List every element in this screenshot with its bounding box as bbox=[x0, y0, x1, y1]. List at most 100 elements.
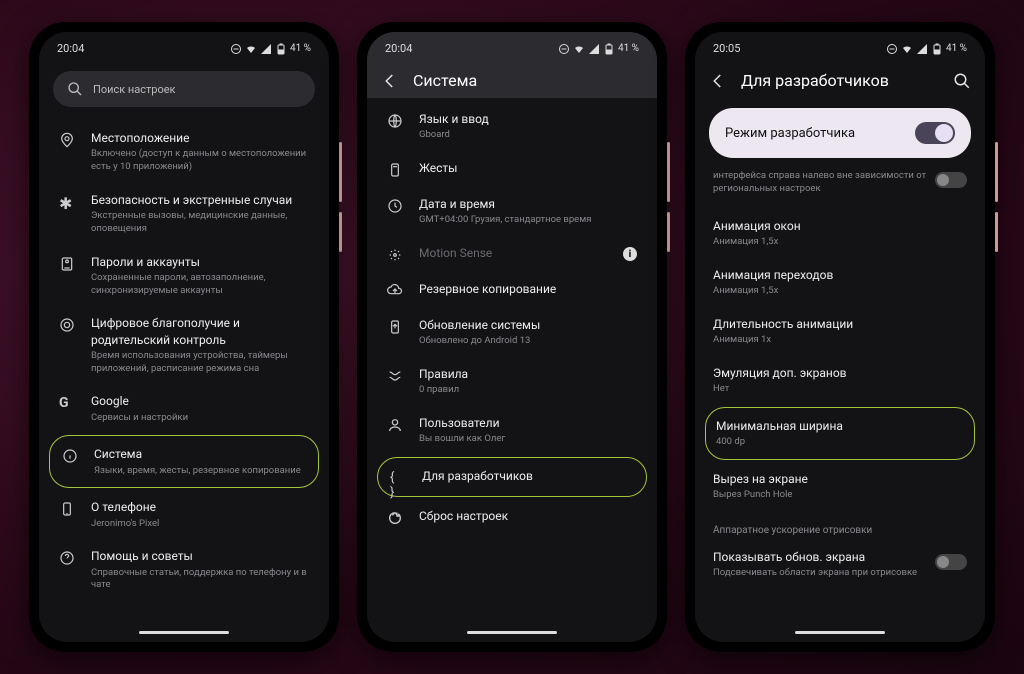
list-item[interactable]: Дата и время GMT+04:00 Грузия, стандартно… bbox=[367, 187, 657, 236]
search-settings[interactable]: Поиск настроек bbox=[53, 71, 315, 107]
list-item[interactable]: Эмуляция доп. экрановНет bbox=[695, 356, 985, 405]
item-sub: Время использования устройства, таймеры … bbox=[91, 350, 315, 376]
item-sub: Сервисы и настройки bbox=[91, 412, 315, 425]
list-item[interactable]: Резервное копирование bbox=[367, 272, 657, 308]
search-placeholder: Поиск настроек bbox=[93, 83, 176, 96]
show-updates-toggle[interactable] bbox=[935, 554, 967, 570]
item-label: О телефоне bbox=[91, 499, 315, 515]
rtl-toggle[interactable] bbox=[935, 172, 967, 188]
list-item[interactable]: Жесты bbox=[367, 151, 657, 187]
item-label: Минимальная ширина bbox=[716, 418, 964, 434]
list-item[interactable]: Анимация переходовАнимация 1,5x bbox=[695, 258, 985, 307]
phone-frame-developer: 20:05 41 % Для разработчиков Режим разра… bbox=[685, 22, 995, 652]
battery-icon bbox=[275, 43, 287, 55]
google-icon: G bbox=[57, 393, 77, 411]
page-title: Система bbox=[413, 71, 643, 90]
list-item[interactable]: Вырез на экранеВырез Punch Hole bbox=[695, 462, 985, 511]
list-item[interactable]: ✱Безопасность и экстренные случаиЭкстрен… bbox=[39, 183, 329, 245]
gesture-icon bbox=[385, 160, 405, 178]
signal-icon bbox=[260, 43, 272, 55]
item-sub: Анимация 1,5x bbox=[713, 236, 971, 249]
item-label: Для разработчиков bbox=[422, 468, 636, 484]
item-sub: Вы вошли как Олег bbox=[419, 433, 643, 446]
item-sub: Jeronimo's Pixel bbox=[91, 518, 315, 531]
info-icon bbox=[60, 446, 80, 464]
list-item[interactable]: МестоположениеВключено (доступ к данным … bbox=[39, 121, 329, 183]
nav-handle[interactable] bbox=[467, 631, 557, 634]
item-label: Длительность анимации bbox=[713, 316, 971, 332]
item-label: Система bbox=[94, 446, 308, 462]
status-icons: 41 % bbox=[886, 43, 967, 55]
wifi-icon bbox=[901, 43, 913, 55]
settings-screen: 20:04 41 % Поиск настроек Местоположение… bbox=[39, 32, 329, 642]
search-icon bbox=[67, 81, 83, 97]
status-icons: 41 % bbox=[230, 43, 311, 55]
partial-item-rtl[interactable]: интерфейса справа налево вне зависимости… bbox=[695, 168, 985, 205]
status-bar: 20:04 41 % bbox=[367, 32, 657, 61]
list-item-show-updates[interactable]: Показывать обнов. экрана Подсвечивать об… bbox=[695, 540, 985, 589]
item-label: Google bbox=[91, 393, 315, 409]
list-item[interactable]: { }Для разработчиков bbox=[377, 457, 647, 497]
developer-mode-card[interactable]: Режим разработчика bbox=[709, 108, 971, 158]
list-item[interactable]: Анимация окон Анимация 1,5x bbox=[695, 209, 985, 258]
list-item[interactable]: G Google Сервисы и настройки bbox=[39, 384, 329, 433]
item-label: Цифровое благополучие и родительский кон… bbox=[91, 315, 315, 347]
page-title: Для разработчиков bbox=[741, 71, 939, 90]
list-item[interactable]: Минимальная ширина 400 dp bbox=[705, 407, 975, 460]
battery-text: 41 % bbox=[618, 43, 639, 54]
wellbeing-icon bbox=[57, 315, 77, 333]
item-label: Дата и время bbox=[419, 196, 643, 212]
list-item[interactable]: ПользователиВы вошли как Олег bbox=[367, 406, 657, 455]
item-label: Motion Sense bbox=[419, 245, 643, 261]
list-item[interactable]: СистемаЯзыки, время, жесты, резервное ко… bbox=[49, 435, 319, 488]
item-label: Правила bbox=[419, 366, 643, 382]
info-icon[interactable]: i bbox=[623, 247, 637, 261]
signal-icon bbox=[588, 43, 600, 55]
list-item[interactable]: Обновление системыОбновлено до Android 1… bbox=[367, 308, 657, 357]
list-item[interactable]: Правила0 правил bbox=[367, 357, 657, 406]
settings-list: МестоположениеВключено (доступ к данным … bbox=[39, 117, 329, 605]
system-list: Язык и вводGboard Жесты Дата и время GMT+04… bbox=[367, 98, 657, 539]
status-bar: 20:04 41 % bbox=[39, 32, 329, 61]
appbar-developer: Для разработчиков bbox=[695, 61, 985, 98]
item-label: Обновление системы bbox=[419, 317, 643, 333]
status-bar: 20:05 41 % bbox=[695, 32, 985, 61]
back-icon[interactable] bbox=[381, 72, 399, 90]
list-item[interactable]: Язык и вводGboard bbox=[367, 102, 657, 151]
list-item[interactable]: Motion Sensei bbox=[367, 236, 657, 272]
developer-mode-toggle[interactable] bbox=[915, 122, 955, 144]
item-label: Жесты bbox=[419, 160, 643, 176]
item-sub: Подсвечивать области экрана при отрисовк… bbox=[713, 567, 971, 580]
help-icon bbox=[57, 548, 77, 566]
nav-handle[interactable] bbox=[795, 631, 885, 634]
item-sub: 400 dp bbox=[716, 436, 964, 449]
list-item[interactable]: О телефоне Jeronimo's Pixel bbox=[39, 490, 329, 539]
list-item[interactable]: Цифровое благополучие и родительский кон… bbox=[39, 306, 329, 384]
battery-icon bbox=[603, 43, 615, 55]
wifi-icon bbox=[245, 43, 257, 55]
backup-icon bbox=[385, 281, 405, 299]
nav-handle[interactable] bbox=[139, 631, 229, 634]
item-label: Резервное копирование bbox=[419, 281, 643, 297]
search-icon[interactable] bbox=[953, 72, 971, 90]
section-hw-accel: Аппаратное ускорение отрисовки bbox=[695, 515, 985, 540]
status-icons: 41 % bbox=[558, 43, 639, 55]
rules-icon bbox=[385, 366, 405, 384]
list-item[interactable]: Длительность анимацииАнимация 1x bbox=[695, 307, 985, 356]
item-label: Эмуляция доп. экранов bbox=[713, 365, 971, 381]
dnd-icon bbox=[230, 43, 242, 55]
list-item[interactable]: Пароли и аккаунтыСохраненные пароли, авт… bbox=[39, 245, 329, 307]
back-icon[interactable] bbox=[709, 72, 727, 90]
phone-frame-settings: 20:04 41 % Поиск настроек Местоположение… bbox=[29, 22, 339, 652]
item-label: Анимация окон bbox=[713, 218, 971, 234]
battery-text: 41 % bbox=[290, 43, 311, 54]
item-sub: Экстренные вызовы, медицинские данные, о… bbox=[91, 210, 315, 236]
list-item[interactable]: Помощь и советыСправочные статьи, поддер… bbox=[39, 539, 329, 601]
item-label: Анимация переходов bbox=[713, 267, 971, 283]
item-label: Язык и ввод bbox=[419, 111, 643, 127]
clock-text: 20:04 bbox=[57, 42, 84, 55]
item-sub: GMT+04:00 Грузия, стандартное время bbox=[419, 214, 643, 227]
list-item[interactable]: Сброс настроек bbox=[367, 499, 657, 535]
user-icon bbox=[385, 415, 405, 433]
item-label: Местоположение bbox=[91, 130, 315, 146]
